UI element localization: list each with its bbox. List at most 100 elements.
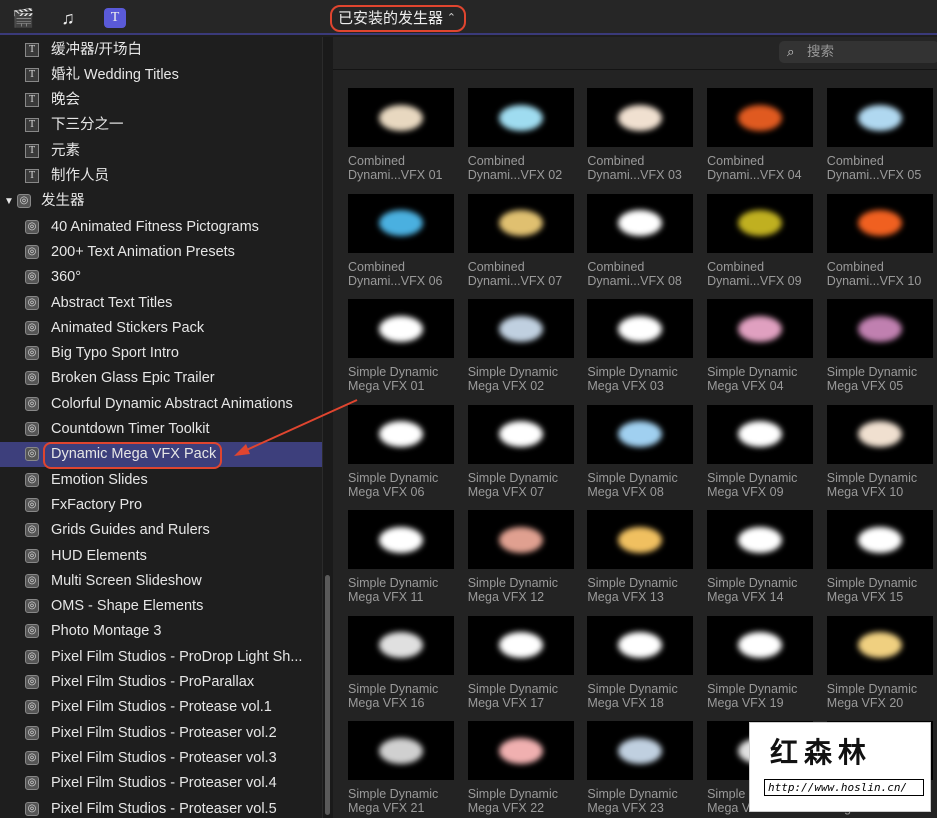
sidebar-item[interactable]: ◎ Big Typo Sport Intro [0,341,322,366]
clip-thumbnail[interactable] [826,404,933,464]
clip-thumbnail[interactable] [348,193,454,253]
sidebar-item[interactable]: ◎ Colorful Dynamic Abstract Animations [0,392,322,417]
disclosure-triangle-icon[interactable]: ▼ [4,189,14,214]
clip-tile[interactable]: Simple Dynamic Mega VFX 19 [707,615,814,710]
sidebar-item[interactable]: T 婚礼 Wedding Titles [0,63,322,88]
sidebar-item[interactable]: ◎ Pixel Film Studios - Proteaser vol.2 [0,721,322,746]
clip-tile[interactable]: Simple Dynamic Mega VFX 09 [707,404,814,499]
sidebar-item[interactable]: T 元素 [0,139,322,164]
clip-tile[interactable]: Combined Dynami...VFX 01 [348,88,454,182]
clip-thumbnail[interactable] [587,615,694,675]
clip-thumbnail[interactable] [587,88,694,147]
sidebar-item[interactable]: ◎ Broken Glass Epic Trailer [0,366,322,391]
clip-thumbnail[interactable] [826,510,933,569]
sidebar-item[interactable]: ◎ FxFactory Pro [0,493,322,518]
clip-thumbnail[interactable] [826,299,933,358]
clip-tile[interactable]: Simple Dynamic Mega VFX 15 [826,510,933,604]
clip-thumbnail[interactable] [467,721,574,780]
clip-thumbnail[interactable] [348,404,454,464]
sidebar-item[interactable]: T 晚会 [0,88,322,113]
clip-tile[interactable]: Simple Dynamic Mega VFX 02 [467,299,574,393]
sidebar-item[interactable]: ◎ Pixel Film Studios - ProDrop Light Sh..… [0,645,322,670]
sidebar-item[interactable]: ◎ Multi Screen Slideshow [0,569,322,594]
search-input[interactable]: ⌕ 搜索 [779,41,937,63]
clip-tile[interactable]: Simple Dynamic Mega VFX 14 [707,510,814,604]
sidebar-item[interactable]: ◎ Grids Guides and Rulers [0,518,322,543]
clip-thumbnail[interactable] [587,193,694,253]
clip-tile[interactable]: Combined Dynami...VFX 02 [467,88,574,182]
sidebar-item[interactable]: ◎ Pixel Film Studios - ProParallax [0,670,322,695]
clip-tile[interactable]: Combined Dynami...VFX 10 [826,193,933,288]
sidebar-item[interactable]: ◎ Abstract Text Titles [0,291,322,316]
clip-thumbnail[interactable] [826,88,933,147]
sidebar-item[interactable]: ◎ Pixel Film Studios - Proteaser vol.5 [0,797,322,818]
clip-tile[interactable]: Simple Dynamic Mega VFX 22 [467,721,574,815]
sidebar-item[interactable]: ◎ Countdown Timer Toolkit [0,417,322,442]
clip-tile[interactable]: Simple Dynamic Mega VFX 11 [348,510,454,604]
clip-tile[interactable]: Simple Dynamic Mega VFX 07 [467,404,574,499]
sidebar-item[interactable]: ◎ 40 Animated Fitness Pictograms [0,215,322,240]
clip-thumbnail[interactable] [587,510,694,569]
clip-tile[interactable]: Simple Dynamic Mega VFX 18 [587,615,694,710]
clip-thumbnail[interactable] [348,299,454,358]
clip-tile[interactable]: Simple Dynamic Mega VFX 20 [826,615,933,710]
clip-thumbnail[interactable] [826,615,933,675]
clip-thumbnail[interactable] [348,510,454,569]
clip-thumbnail[interactable] [826,193,933,253]
clip-tile[interactable]: Simple Dynamic Mega VFX 03 [587,299,694,393]
photos-music-icon[interactable]: ♫ [57,8,79,28]
clip-tile[interactable]: Simple Dynamic Mega VFX 06 [348,404,454,499]
sidebar-scrollbar[interactable] [322,37,333,818]
clip-tile[interactable]: Simple Dynamic Mega VFX 21 [348,721,454,815]
clip-tile[interactable]: Combined Dynami...VFX 04 [707,88,814,182]
clip-tile[interactable]: Simple Dynamic Mega VFX 12 [467,510,574,604]
clip-thumbnail[interactable] [707,299,814,358]
clip-thumbnail[interactable] [348,88,454,147]
clip-thumbnail[interactable] [707,615,814,675]
clip-tile[interactable]: Simple Dynamic Mega VFX 13 [587,510,694,604]
clip-tile[interactable]: Combined Dynami...VFX 05 [826,88,933,182]
sidebar-item[interactable]: ◎ Pixel Film Studios - Protease vol.1 [0,695,322,720]
sidebar-item[interactable]: ◎ HUD Elements [0,544,322,569]
clip-thumbnail[interactable] [707,193,814,253]
clip-thumbnail[interactable] [348,615,454,675]
sidebar-item[interactable]: ◎ Animated Stickers Pack [0,316,322,341]
clip-tile[interactable]: Combined Dynami...VFX 06 [348,193,454,288]
clip-tile[interactable]: Simple Dynamic Mega VFX 16 [348,615,454,710]
clip-thumbnail[interactable] [587,404,694,464]
sidebar-item[interactable]: ◎ 360° [0,265,322,290]
sidebar-item[interactable]: T 制作人员 [0,164,322,189]
sidebar-item[interactable]: T 下三分之一 [0,113,322,138]
clip-thumbnail[interactable] [707,404,814,464]
clip-tile[interactable]: Simple Dynamic Mega VFX 17 [467,615,574,710]
clip-thumbnail[interactable] [707,510,814,569]
clip-thumbnail[interactable] [467,299,574,358]
clip-tile[interactable]: Combined Dynami...VFX 03 [587,88,694,182]
clip-tile[interactable]: Simple Dynamic Mega VFX 01 [348,299,454,393]
clip-tile[interactable]: Combined Dynami...VFX 07 [467,193,574,288]
clip-thumbnail[interactable] [467,88,574,147]
clip-thumbnail[interactable] [587,299,694,358]
sidebar-item[interactable]: ◎ Photo Montage 3 [0,619,322,644]
sidebar-item[interactable]: ◎ 200+ Text Animation Presets [0,240,322,265]
sidebar-item[interactable]: ◎ Emotion Slides [0,468,322,493]
clip-tile[interactable]: Simple Dynamic Mega VFX 08 [587,404,694,499]
clip-thumbnail[interactable] [467,193,574,253]
sidebar-item[interactable]: ◎ OMS - Shape Elements [0,594,322,619]
scrollbar-thumb[interactable] [325,575,330,815]
sidebar-group-generators[interactable]: ▼ ◎ 发生器 [0,189,322,214]
clip-tile[interactable]: Simple Dynamic Mega VFX 10 [826,404,933,499]
clip-thumbnail[interactable] [348,721,454,780]
clapper-star-icon[interactable]: 🎬 [12,8,34,28]
clip-tile[interactable]: Simple Dynamic Mega VFX 04 [707,299,814,393]
generator-picker[interactable]: 已安装的发生器 ⌃ [330,5,466,32]
sidebar-item[interactable]: T 缓冲器/开场白 [0,38,322,63]
clip-tile[interactable]: Simple Dynamic Mega VFX 05 [826,299,933,393]
clip-thumbnail[interactable] [467,404,574,464]
clip-thumbnail[interactable] [467,615,574,675]
clip-thumbnail[interactable] [467,510,574,569]
titles-generators-icon[interactable]: T [104,8,126,28]
clip-tile[interactable]: Simple Dynamic Mega VFX 23 [587,721,694,815]
sidebar-item[interactable]: ◎ Pixel Film Studios - Proteaser vol.4 [0,771,322,796]
clip-tile[interactable]: Combined Dynami...VFX 08 [587,193,694,288]
